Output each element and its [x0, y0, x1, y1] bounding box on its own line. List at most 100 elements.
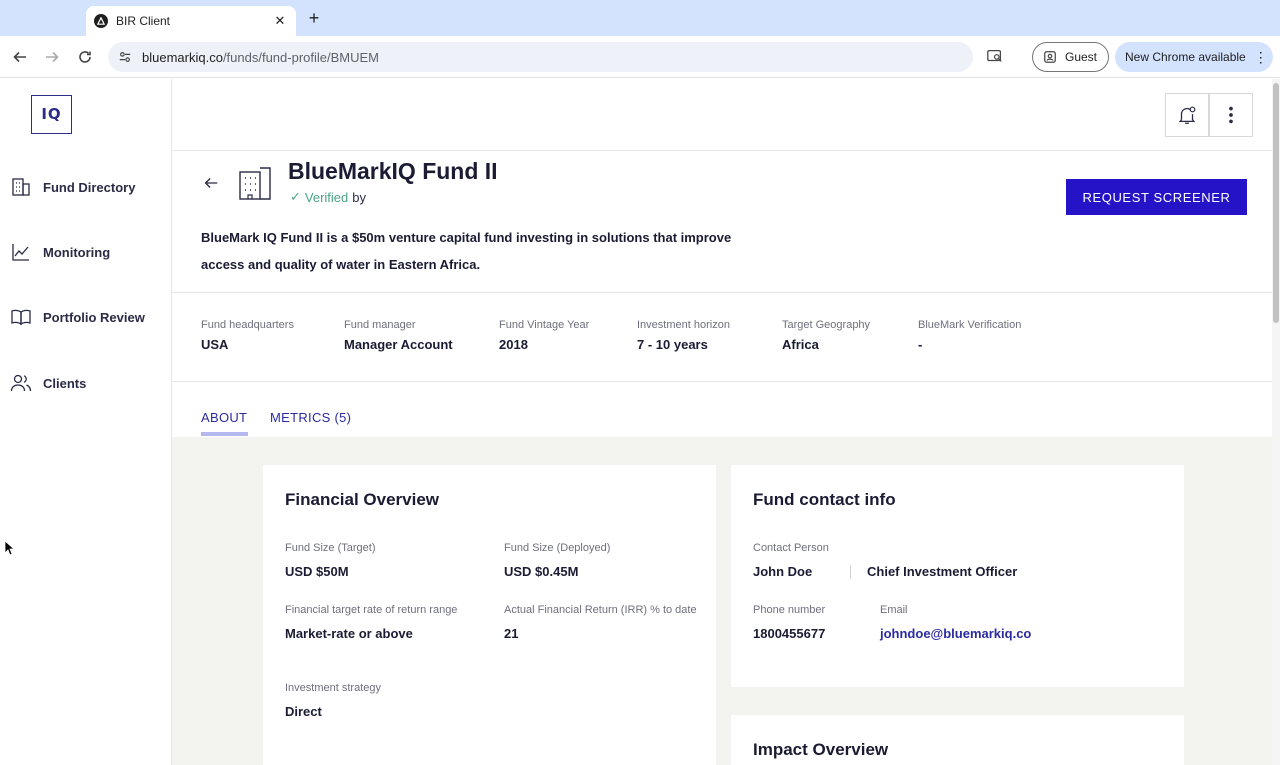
- field-investment-strategy: Investment strategy Direct: [285, 681, 475, 719]
- kebab-menu-icon[interactable]: ⋮: [1254, 49, 1268, 66]
- field-fund-size-target: Fund Size (Target) USD $50M: [285, 541, 475, 579]
- meta-value: Africa: [782, 337, 819, 352]
- forward-icon[interactable]: [42, 47, 62, 67]
- email-link[interactable]: johndoe@bluemarkiq.co: [880, 626, 1130, 641]
- request-screener-button[interactable]: REQUEST SCREENER: [1066, 179, 1247, 215]
- field-contact-role: Chief Investment Officer: [867, 564, 1087, 579]
- contact-separator: [850, 565, 851, 579]
- browser-tab[interactable]: BIR Client ✕: [86, 6, 296, 36]
- active-tab-indicator: [201, 432, 248, 436]
- back-arrow-icon[interactable]: [202, 174, 222, 194]
- browser-tab-strip: BIR Client ✕ +: [0, 0, 1280, 36]
- field-value: USD $0.45M: [504, 564, 579, 579]
- tab-content: Financial Overview Fund Size (Target) US…: [172, 437, 1272, 765]
- fund-description: BlueMark IQ Fund II is a $50m venture ca…: [201, 230, 732, 272]
- kebab-menu-icon: [1229, 106, 1233, 124]
- tab-metrics[interactable]: METRICS (5): [270, 410, 351, 425]
- verified-status: ✓ Verified by: [290, 189, 366, 205]
- new-tab-icon[interactable]: +: [304, 8, 324, 28]
- browser-tab-title: BIR Client: [116, 14, 171, 28]
- building-icon: [12, 178, 30, 196]
- notifications-button[interactable]: [1165, 93, 1209, 137]
- meta-label: Target Geography: [782, 319, 871, 331]
- sidebar-item-fund-directory[interactable]: Fund Directory: [10, 172, 160, 202]
- url-text: bluemarkiq.co/funds/fund-profile/BMUEM: [142, 50, 379, 65]
- meta-value: -: [918, 337, 923, 352]
- field-target-return-range: Financial target rate of return range Ma…: [285, 603, 475, 641]
- browser-toolbar: bluemarkiq.co/funds/fund-profile/BMUEM G…: [0, 36, 1280, 78]
- sidebar-item-monitoring[interactable]: Monitoring: [10, 237, 160, 267]
- field-label: Fund Size (Deployed): [504, 542, 611, 554]
- fund-building-icon: [236, 164, 274, 202]
- more-options-button[interactable]: [1209, 93, 1253, 137]
- meta-label: Fund manager: [344, 319, 416, 331]
- page-scrollbar[interactable]: [1272, 79, 1280, 765]
- app-favicon-icon: [94, 14, 108, 28]
- meta-fund-manager: Fund manager Manager Account: [344, 319, 453, 352]
- financial-overview-card: Financial Overview Fund Size (Target) US…: [263, 465, 716, 765]
- chart-line-icon: [12, 244, 29, 261]
- bluemark-logo[interactable]: ····· IQ ····: [31, 95, 72, 134]
- financial-overview-title: Financial Overview: [285, 490, 440, 509]
- sidebar-item-portfolio-review[interactable]: Portfolio Review: [10, 302, 160, 332]
- verified-by-label: by: [352, 189, 367, 205]
- meta-label: Fund Vintage Year: [499, 319, 590, 331]
- section-divider: [172, 381, 1272, 382]
- sidebar-item-label: Portfolio Review: [43, 309, 145, 325]
- scrollbar-thumb[interactable]: [1273, 83, 1279, 323]
- field-email: Email johndoe@bluemarkiq.co: [880, 603, 1130, 641]
- impact-overview-card: Impact Overview: [731, 715, 1184, 765]
- users-icon: [10, 374, 32, 392]
- close-tab-icon[interactable]: ✕: [272, 13, 288, 29]
- field-value: Market-rate or above: [285, 626, 413, 641]
- fund-contact-card: Fund contact info Contact Person John Do…: [731, 465, 1184, 687]
- mouse-cursor-icon: [4, 540, 16, 556]
- fund-title: BlueMarkIQ Fund II: [288, 158, 498, 184]
- back-icon[interactable]: [10, 47, 30, 67]
- guest-label: Guest: [1065, 50, 1098, 64]
- book-icon: [11, 309, 31, 326]
- field-phone-number: Phone number 1800455677: [753, 603, 863, 641]
- tab-about[interactable]: ABOUT: [201, 410, 247, 425]
- fund-contact-title: Fund contact info: [753, 490, 896, 509]
- meta-label: Investment horizon: [637, 319, 730, 331]
- sidebar-item-label: Fund Directory: [43, 179, 136, 195]
- field-label: Financial target rate of return range: [285, 604, 458, 616]
- field-actual-return: Actual Financial Return (IRR) % to date …: [504, 603, 699, 641]
- profile-guest-button[interactable]: Guest: [1032, 42, 1109, 72]
- logo-bottom-text: ····: [47, 122, 56, 126]
- field-label: Investment strategy: [285, 682, 381, 694]
- meta-fund-headquarters: Fund headquarters USA: [201, 319, 294, 352]
- field-label: Email: [880, 604, 908, 616]
- field-label: Actual Financial Return (IRR) % to date: [504, 604, 697, 616]
- chrome-update-button[interactable]: New Chrome available ⋮: [1115, 42, 1273, 72]
- meta-value: USA: [201, 337, 229, 352]
- verified-label: Verified: [304, 189, 349, 205]
- logo-mark: IQ: [41, 105, 62, 123]
- field-label: Fund Size (Target): [285, 542, 376, 554]
- field-value: USD $50M: [285, 564, 349, 579]
- meta-label: BlueMark Verification: [918, 319, 1022, 331]
- profile-icon: [1044, 51, 1056, 63]
- field-value: 21: [504, 626, 519, 641]
- field-label: Phone number: [753, 604, 826, 616]
- field-label: Contact Person: [753, 542, 829, 554]
- meta-target-geography: Target Geography Africa: [782, 319, 870, 352]
- field-fund-size-deployed: Fund Size (Deployed) USD $0.45M: [504, 541, 699, 579]
- sidebar-item-clients[interactable]: Clients: [10, 368, 160, 398]
- site-settings-icon[interactable]: [118, 49, 134, 65]
- sidebar-item-label: Clients: [43, 375, 87, 391]
- url-host: bluemarkiq.co: [142, 49, 223, 65]
- tab-search-icon[interactable]: [986, 47, 1006, 67]
- sidebar: ····· IQ ···· Fund Directory Monitoring …: [0, 79, 172, 765]
- reload-icon[interactable]: [75, 47, 95, 67]
- sidebar-item-label: Monitoring: [43, 244, 111, 260]
- meta-investment-horizon: Investment horizon 7 - 10 years: [637, 319, 730, 352]
- meta-value: Manager Account: [344, 337, 453, 352]
- check-icon: ✓: [290, 189, 301, 204]
- field-value: 1800455677: [753, 626, 826, 641]
- fund-tabs: ABOUT METRICS (5): [172, 400, 1272, 437]
- url-path: /funds/fund-profile/BMUEM: [222, 49, 380, 65]
- contact-name: John Doe: [753, 564, 813, 579]
- address-bar[interactable]: bluemarkiq.co/funds/fund-profile/BMUEM: [108, 42, 973, 72]
